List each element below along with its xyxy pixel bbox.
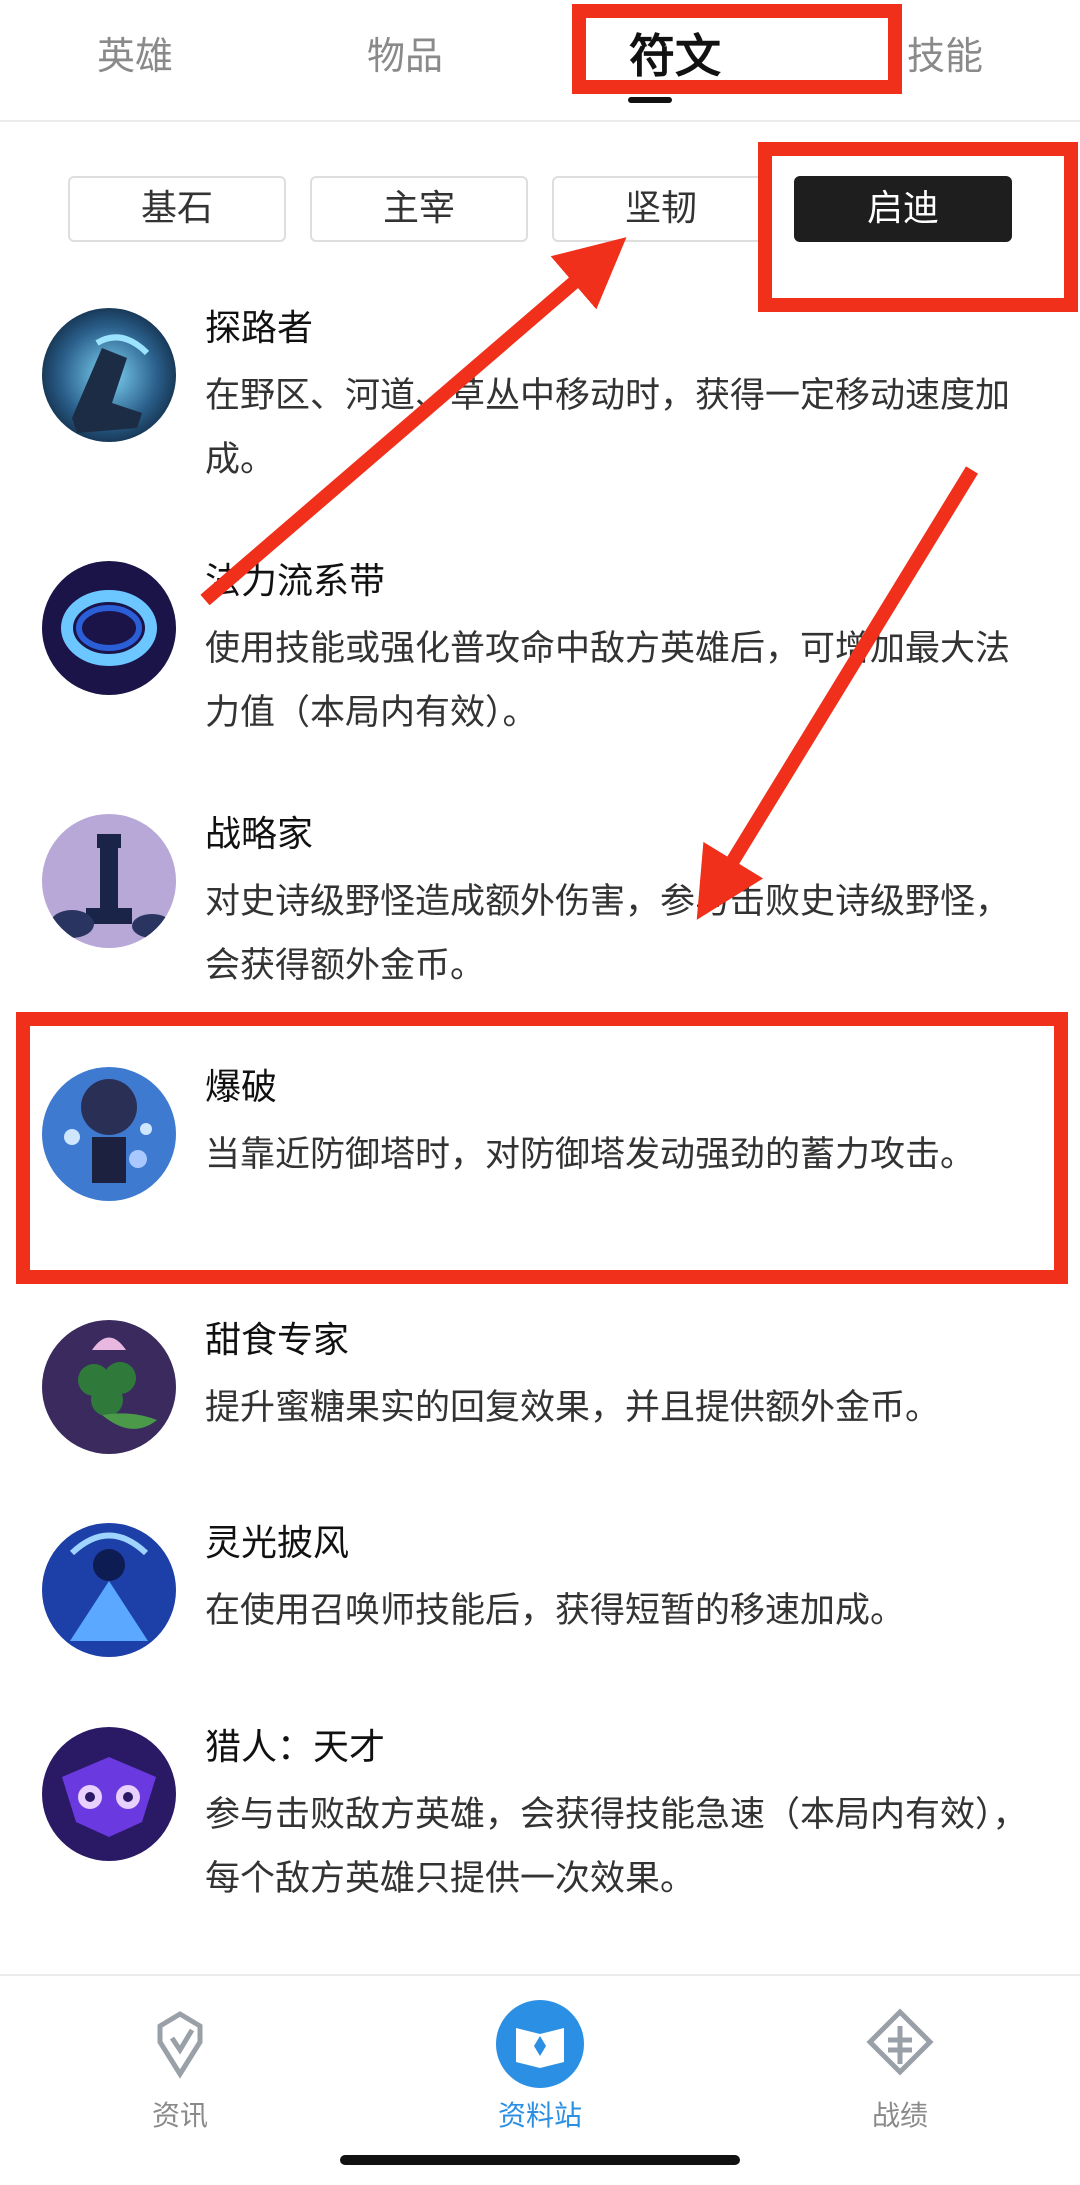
nav-records[interactable]: 战绩 xyxy=(800,1998,1000,2138)
rune-description: 参与击败敌方英雄，会获得技能急速（本局内有效），每个敌方英雄只提供一次效果。 xyxy=(205,1795,1028,1899)
records-icon xyxy=(866,2008,934,2076)
subtab-domination[interactable]: 主宰 xyxy=(310,176,528,242)
rune-name: 战略家 xyxy=(205,814,314,855)
subtab-resolve[interactable]: 坚韧 xyxy=(552,176,770,242)
tab-runes[interactable]: 符文 xyxy=(610,28,740,84)
rune-name: 爆破 xyxy=(205,1067,278,1108)
rune-name: 甜食专家 xyxy=(205,1320,350,1361)
demolish-rune-icon xyxy=(42,1067,176,1201)
rune-category-tabs: 基石 主宰 坚韧 启迪 xyxy=(0,176,1080,242)
ultimate-hunter-rune-icon xyxy=(42,1727,176,1861)
subtab-inspiration[interactable]: 启迪 xyxy=(794,176,1012,242)
rune-description: 对史诗级野怪造成额外伤害，参与击败史诗级野怪，会获得额外金币。 xyxy=(205,882,1011,986)
rune-description: 使用技能或强化普攻命中敌方英雄后，可增加最大法力值（本局内有效）。 xyxy=(205,629,1011,733)
mana-flow-band-icon xyxy=(42,561,176,695)
sweet-tooth-rune-icon xyxy=(42,1320,176,1454)
subtab-keystone[interactable]: 基石 xyxy=(68,176,286,242)
news-icon xyxy=(157,2011,203,2079)
rune-description: 当靠近防御塔时，对防御塔发动强劲的蓄力攻击。 xyxy=(205,1135,976,1175)
nav-database-label: 资料站 xyxy=(497,2099,582,2132)
active-tab-indicator xyxy=(628,97,672,103)
rune-description: 提升蜜糖果实的回复效果，并且提供额外金币。 xyxy=(205,1388,941,1428)
rune-name: 法力流系带 xyxy=(205,561,386,602)
database-book-icon xyxy=(496,2000,584,2088)
nav-database[interactable]: 资料站 xyxy=(440,1998,640,2138)
rune-name: 灵光披风 xyxy=(205,1523,350,1564)
pathfinder-rune-icon xyxy=(42,308,176,442)
rune-description: 在使用召唤师技能后，获得短暂的移速加成。 xyxy=(205,1591,906,1631)
top-tab-bar: 英雄 物品 符文 技能 xyxy=(0,0,1080,122)
rune-name: 猎人：天才 xyxy=(205,1727,386,1768)
tab-heroes[interactable]: 英雄 xyxy=(70,28,200,84)
nav-news-label: 资讯 xyxy=(151,2099,208,2132)
nav-records-label: 战绩 xyxy=(871,2099,928,2132)
home-indicator xyxy=(340,2155,740,2165)
rune-description: 在野区、河道、草丛中移动时，获得一定移动速度加成。 xyxy=(205,376,1011,480)
tab-skills[interactable]: 技能 xyxy=(880,28,1010,84)
nimbus-cloak-rune-icon xyxy=(42,1523,176,1657)
tab-items[interactable]: 物品 xyxy=(340,28,470,84)
bottom-nav-bar: 资讯 资料站 战绩 xyxy=(0,1974,1080,2185)
strategist-rune-icon xyxy=(42,814,176,948)
rune-name: 探路者 xyxy=(205,308,314,349)
nav-news[interactable]: 资讯 xyxy=(80,1998,280,2138)
